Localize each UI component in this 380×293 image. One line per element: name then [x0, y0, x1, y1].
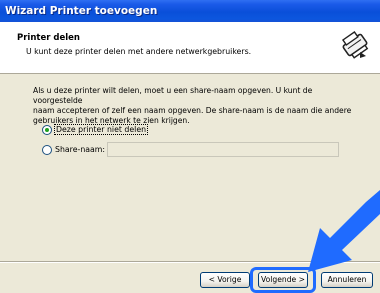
share-name-input[interactable]	[107, 142, 339, 157]
radio-share[interactable]: Share-naam:	[42, 144, 106, 156]
header-subtitle: U kunt deze printer delen met andere net…	[26, 47, 252, 56]
radio-button-selected[interactable]	[42, 125, 52, 135]
radio-not-share[interactable]: Deze printer niet delen	[42, 124, 152, 136]
wizard-header: Printer delen U kunt deze printer delen …	[0, 22, 380, 74]
description-text: Als u deze printer wilt delen, moet u ee…	[33, 86, 353, 126]
printer-share-icon	[339, 29, 371, 61]
pointer-arrow-icon	[308, 190, 380, 272]
title-bar[interactable]: Wizard Printer toevoegen	[0, 0, 380, 22]
description-line-1: Als u deze printer wilt delen, moet u ee…	[33, 86, 313, 105]
radio-share-label: Share-naam:	[55, 145, 106, 154]
header-title: Printer delen	[17, 33, 80, 43]
wizard-window: Wizard Printer toevoegen Printer delen U…	[0, 0, 380, 293]
radio-button-unselected[interactable]	[42, 145, 52, 155]
radio-not-share-label: Deze printer niet delen	[53, 124, 149, 135]
window-title: Wizard Printer toevoegen	[5, 5, 158, 17]
back-button[interactable]: < Vorige	[200, 272, 250, 288]
description-line-2: naam accepteren of zelf een naam opgeven…	[33, 106, 352, 115]
